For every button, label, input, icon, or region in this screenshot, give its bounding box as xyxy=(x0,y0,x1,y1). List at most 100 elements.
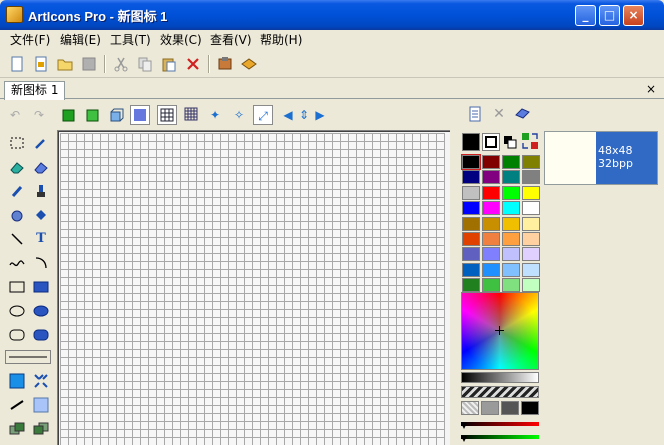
palette-swatch[interactable] xyxy=(502,247,520,262)
palette-swatch[interactable] xyxy=(522,201,540,216)
reset-colors-icon[interactable] xyxy=(521,132,539,150)
palette-swatch[interactable] xyxy=(462,216,480,231)
palette-swatch[interactable] xyxy=(502,232,520,246)
palette-swatch[interactable] xyxy=(462,247,480,262)
gradient-black-white[interactable] xyxy=(461,372,539,383)
eraser-icon[interactable] xyxy=(6,156,28,178)
cube-icon[interactable] xyxy=(106,105,126,125)
palette-swatch[interactable] xyxy=(502,201,520,216)
line-width-selector[interactable] xyxy=(5,350,51,364)
red-slider-handle[interactable] xyxy=(461,419,467,429)
palette-swatch[interactable] xyxy=(461,154,481,170)
layer-green-alt-icon[interactable] xyxy=(82,105,102,125)
nudge-right-icon[interactable]: ▶ xyxy=(310,105,330,125)
palette-swatch[interactable] xyxy=(482,247,500,262)
copy-icon[interactable] xyxy=(134,53,156,75)
format-properties-icon[interactable] xyxy=(514,106,532,124)
minimize-button[interactable]: _ xyxy=(575,5,596,26)
menu-tools[interactable]: 工具(T) xyxy=(104,30,157,50)
palette-swatch[interactable] xyxy=(522,262,540,277)
pattern-swatch-3[interactable] xyxy=(501,401,519,415)
brush-size-icon[interactable] xyxy=(6,394,28,416)
text-tool-icon[interactable]: T xyxy=(30,228,52,250)
pattern-stripes[interactable] xyxy=(461,386,539,398)
image-format-item-selected[interactable]: 48x48 32bpp xyxy=(596,132,657,184)
open-folder-icon[interactable] xyxy=(54,53,76,75)
new-image-format-icon[interactable] xyxy=(466,106,484,124)
soft-brush-icon[interactable] xyxy=(30,394,52,416)
palette-swatch[interactable] xyxy=(502,185,520,200)
paste-icon[interactable] xyxy=(158,53,180,75)
menu-view[interactable]: 查看(V) xyxy=(204,30,258,50)
layer-green-icon[interactable] xyxy=(58,105,78,125)
palette-swatch[interactable] xyxy=(462,170,480,185)
pattern-swatch-4[interactable] xyxy=(521,401,539,415)
batch-convert-icon[interactable] xyxy=(214,53,236,75)
palette-swatch[interactable] xyxy=(502,155,520,169)
pencil-icon[interactable] xyxy=(6,180,28,202)
menu-effects[interactable]: 效果(C) xyxy=(154,30,208,50)
palette-swatch[interactable] xyxy=(522,155,540,169)
palette-swatch[interactable] xyxy=(462,232,480,246)
zoom-out-icon[interactable]: ✧ xyxy=(229,105,249,125)
filled-ellipse-icon[interactable] xyxy=(30,300,52,322)
transparency-icon[interactable] xyxy=(130,105,150,125)
menu-help[interactable]: 帮助(H) xyxy=(254,30,308,50)
palette-swatch[interactable] xyxy=(482,232,500,246)
palette-swatch[interactable] xyxy=(502,170,520,185)
palette-swatch[interactable] xyxy=(482,278,500,293)
background-color-swatch[interactable] xyxy=(482,133,500,151)
palette-swatch[interactable] xyxy=(522,185,540,200)
palette-swatch[interactable] xyxy=(482,155,500,169)
palette-swatch[interactable] xyxy=(462,262,480,277)
red-channel-slider[interactable] xyxy=(461,422,539,426)
redo-icon[interactable]: ↷ xyxy=(29,105,49,125)
filled-rectangle-icon[interactable] xyxy=(30,276,52,298)
green-slider-handle[interactable] xyxy=(461,432,467,442)
palette-swatch[interactable] xyxy=(522,170,540,185)
line-icon[interactable] xyxy=(6,228,28,250)
filled-rounded-rect-icon[interactable] xyxy=(30,324,52,346)
palette-swatch[interactable] xyxy=(482,262,500,277)
palette-swatch[interactable] xyxy=(522,278,540,293)
delete-format-icon[interactable]: ✕ xyxy=(490,106,508,124)
rect-select-icon[interactable] xyxy=(6,132,28,154)
swap-colors-icon[interactable] xyxy=(503,135,517,149)
menu-edit[interactable]: 编辑(E) xyxy=(54,30,107,50)
new-from-image-icon[interactable] xyxy=(30,53,52,75)
green-channel-slider[interactable] xyxy=(461,435,539,439)
fill-bucket-icon[interactable] xyxy=(30,204,52,226)
save-icon[interactable] xyxy=(78,53,100,75)
eyedropper-icon[interactable] xyxy=(30,132,52,154)
delete-icon[interactable] xyxy=(182,53,204,75)
cut-icon[interactable] xyxy=(110,53,132,75)
palette-swatch[interactable] xyxy=(462,201,480,216)
palette-swatch[interactable] xyxy=(462,185,480,200)
brush-icon[interactable] xyxy=(30,180,52,202)
pattern-mode-icon[interactable] xyxy=(30,370,52,392)
palette-swatch[interactable] xyxy=(522,216,540,231)
palette-swatch[interactable] xyxy=(462,278,480,293)
library-book-icon[interactable] xyxy=(238,53,260,75)
airbrush-icon[interactable] xyxy=(6,204,28,226)
palette-swatch[interactable] xyxy=(482,170,500,185)
tab-close-icon[interactable]: × xyxy=(644,82,658,96)
palette-swatch[interactable] xyxy=(502,262,520,277)
pattern-swatch-2[interactable] xyxy=(481,401,499,415)
pixel-grid-icon[interactable] xyxy=(181,105,201,125)
palette-swatch[interactable] xyxy=(502,216,520,231)
arc-icon[interactable] xyxy=(30,252,52,274)
maximize-button[interactable]: □ xyxy=(599,5,620,26)
palette-swatch[interactable] xyxy=(482,185,500,200)
drawing-canvas[interactable] xyxy=(60,133,445,445)
menu-file[interactable]: 文件(F) xyxy=(4,30,56,50)
grid-icon[interactable] xyxy=(157,105,177,125)
palette-swatch[interactable] xyxy=(522,232,540,246)
curve-icon[interactable] xyxy=(6,252,28,274)
palette-swatch[interactable] xyxy=(522,247,540,262)
zoom-in-icon[interactable]: ✦ xyxy=(205,105,225,125)
antialias-icon[interactable]: ⤢ xyxy=(253,105,273,125)
undo-icon[interactable]: ↶ xyxy=(5,105,25,125)
rectangle-icon[interactable] xyxy=(6,276,28,298)
rounded-rect-icon[interactable] xyxy=(6,324,28,346)
